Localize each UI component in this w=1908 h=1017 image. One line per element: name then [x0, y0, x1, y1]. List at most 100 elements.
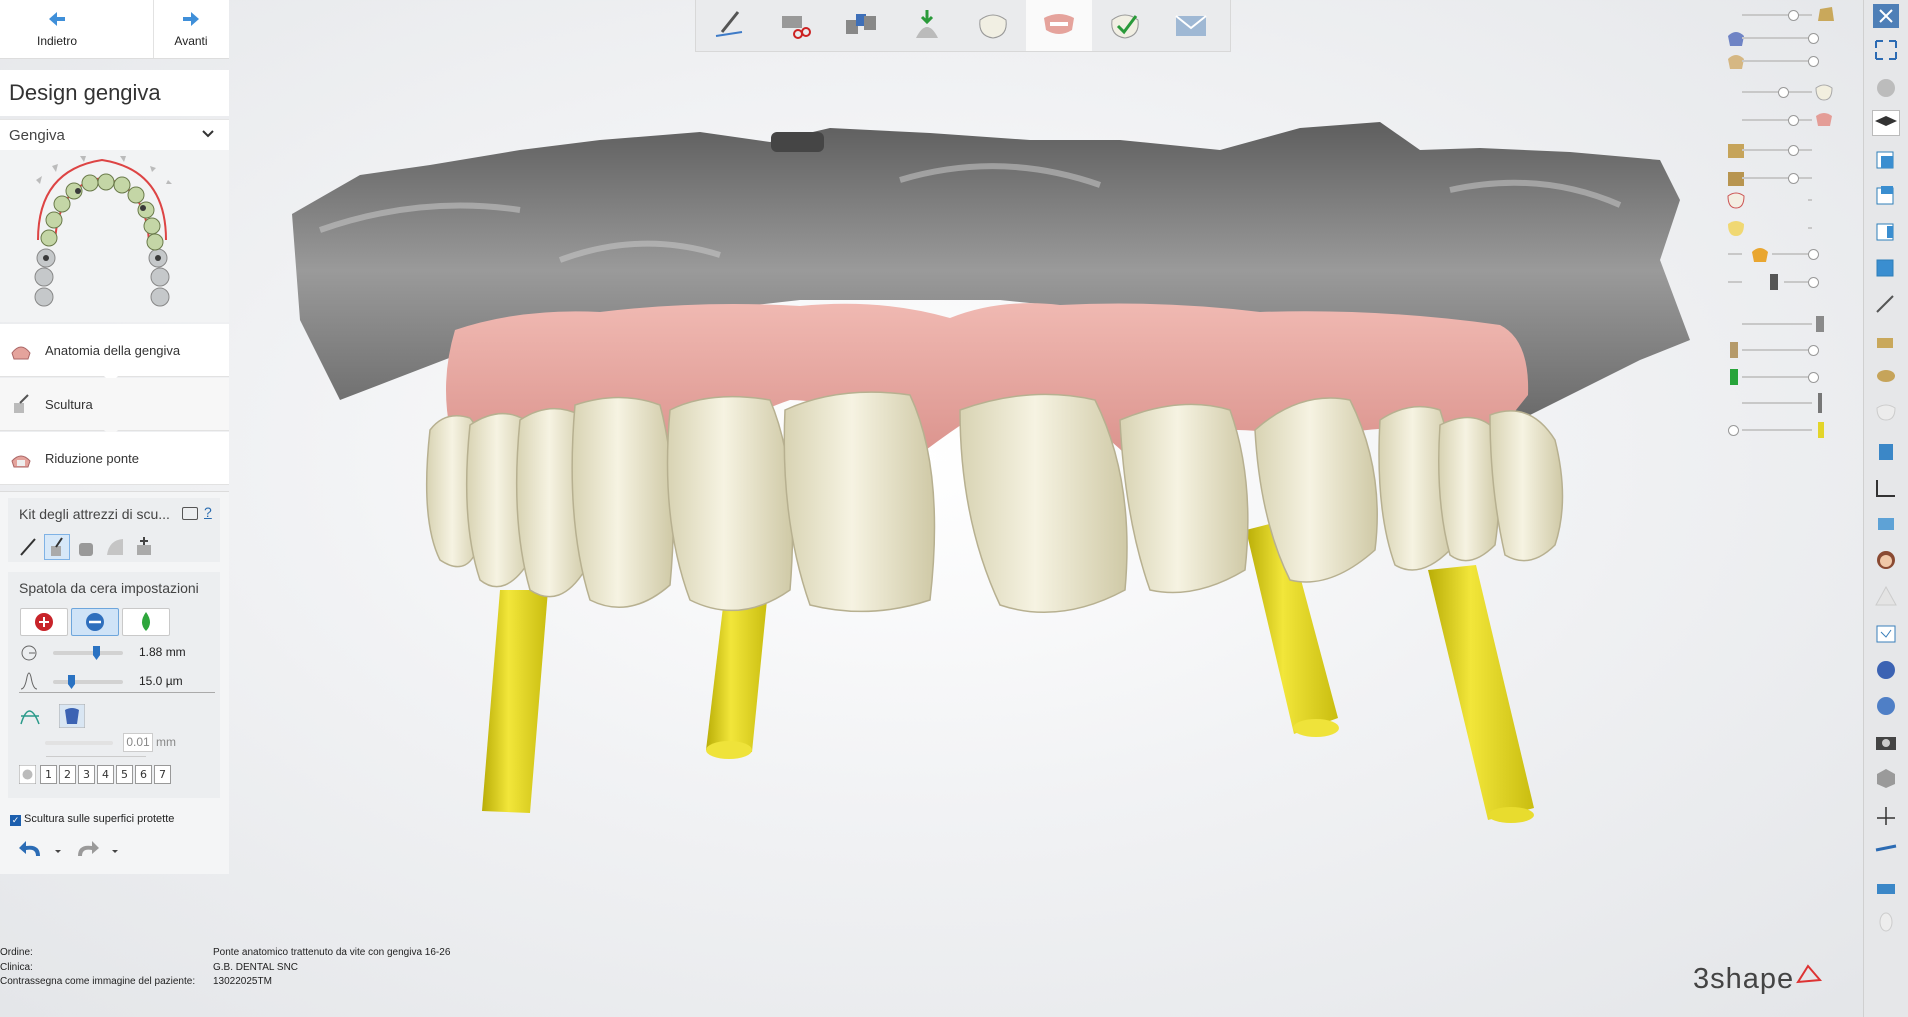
measure-button[interactable] — [1873, 292, 1899, 316]
workflow-step-margin[interactable] — [696, 0, 762, 51]
gingiva-icon — [1044, 14, 1074, 34]
preset-5[interactable]: 5 — [116, 765, 133, 784]
visibility-row[interactable] — [1728, 314, 1853, 334]
visibility-row[interactable] — [1728, 5, 1853, 25]
patient-face-icon — [1877, 551, 1895, 569]
mail-icon — [1175, 15, 1207, 36]
view-button-2[interactable] — [1873, 184, 1899, 208]
printer-button[interactable] — [1873, 876, 1899, 900]
workflow-step-gingiva[interactable] — [1026, 0, 1092, 51]
transform-tool-icon[interactable] — [131, 534, 157, 560]
remove-material-button[interactable] — [71, 608, 119, 636]
video-icon[interactable] — [182, 507, 198, 520]
preset-7[interactable]: 7 — [154, 765, 171, 784]
view-side-icon — [1876, 223, 1894, 241]
view-button-3[interactable] — [1873, 220, 1899, 244]
smooth-material-button[interactable] — [122, 608, 170, 636]
help-link[interactable]: ? — [204, 504, 212, 520]
crown-layer-icon — [1728, 221, 1744, 236]
checkbox-checked-icon[interactable]: ✓ — [10, 815, 21, 826]
visibility-row[interactable] — [1728, 218, 1853, 238]
warning-button[interactable] — [1873, 584, 1899, 608]
strength-curve-icon — [20, 672, 38, 690]
close-button[interactable] — [1873, 4, 1899, 28]
occlusion-button[interactable] — [1873, 658, 1899, 682]
morph-tool-icon[interactable] — [102, 534, 128, 560]
workflow-step-scissors[interactable] — [762, 0, 828, 51]
back-button[interactable]: Indietro — [0, 0, 114, 58]
curve-tool-icon[interactable] — [19, 704, 41, 726]
occlusion2-button[interactable] — [1873, 694, 1899, 718]
ruler-button[interactable] — [1873, 476, 1899, 500]
visibility-row[interactable] — [1728, 168, 1853, 188]
preset-1[interactable]: 1 — [40, 765, 57, 784]
workflow-step-tooth[interactable] — [960, 0, 1026, 51]
component-dropdown[interactable]: Gengiva — [0, 119, 229, 151]
visibility-row[interactable] — [1728, 393, 1853, 413]
size-slider[interactable] — [53, 646, 123, 660]
workflow-step-send[interactable] — [1158, 0, 1224, 51]
view-button-4[interactable] — [1873, 256, 1899, 280]
workflow-step-insertion[interactable] — [894, 0, 960, 51]
add-material-button[interactable] — [20, 608, 68, 636]
strength-slider[interactable] — [53, 675, 123, 689]
cube-button[interactable] — [1873, 766, 1899, 790]
disabled-tool-button[interactable] — [1873, 400, 1899, 424]
visibility-row[interactable] — [1728, 420, 1853, 440]
visibility-row[interactable] — [1728, 340, 1853, 360]
tooth-chart[interactable] — [0, 150, 229, 322]
redo-dropdown-icon[interactable] — [112, 850, 118, 853]
smooth-tool-icon[interactable] — [73, 534, 99, 560]
visibility-row[interactable] — [1728, 140, 1853, 160]
size-slider-row: 1.88 mm — [19, 642, 219, 664]
view-button-1[interactable] — [1873, 148, 1899, 172]
visibility-row[interactable] — [1728, 51, 1853, 71]
preset-2[interactable]: 2 — [59, 765, 76, 784]
strength-slider-thumb[interactable] — [68, 675, 75, 689]
workflow-toolbar — [695, 0, 1231, 52]
visibility-row[interactable] — [1728, 82, 1853, 102]
wax-knife-tool-icon[interactable] — [44, 534, 70, 560]
visibility-row[interactable] — [1728, 28, 1853, 48]
rotate-button[interactable] — [1873, 76, 1899, 100]
knife-tool-icon[interactable] — [15, 534, 41, 560]
step-gingiva-anatomy[interactable]: Anatomia della gengiva — [0, 324, 229, 383]
workflow-step-links[interactable] — [828, 0, 894, 51]
workflow-step-check[interactable] — [1092, 0, 1158, 51]
patient-button[interactable] — [1873, 548, 1899, 572]
visibility-row[interactable] — [1728, 367, 1853, 387]
settings-gear-icon[interactable] — [18, 764, 37, 785]
tooth-offset-icon[interactable] — [59, 704, 85, 728]
preset-4[interactable]: 4 — [97, 765, 114, 784]
tutorial-button[interactable] — [1872, 110, 1900, 136]
visibility-row[interactable] — [1728, 244, 1853, 264]
3d-viewport[interactable] — [0, 0, 1908, 1017]
screenshot-button[interactable] — [1873, 440, 1899, 464]
step-bridge-reduction[interactable]: Riduzione ponte — [0, 432, 229, 485]
protected-surface-checkbox[interactable]: ✓ Scultura sulle superfici protette — [10, 813, 174, 826]
redo-icon[interactable] — [78, 841, 99, 856]
camera-button[interactable] — [1873, 730, 1899, 754]
forward-button[interactable]: Avanti — [153, 0, 229, 58]
fullscreen-button[interactable] — [1873, 38, 1899, 62]
visibility-row[interactable] — [1727, 190, 1853, 210]
caliper-button[interactable] — [1873, 838, 1899, 862]
toolkit-header: Kit degli attrezzi di scu... ? — [8, 498, 220, 562]
panel-title-box: Design gengiva — [0, 70, 229, 116]
preset-3[interactable]: 3 — [78, 765, 95, 784]
undo-dropdown-icon[interactable] — [55, 850, 61, 853]
light-button[interactable] — [1873, 910, 1899, 934]
clip-button[interactable] — [1873, 328, 1899, 352]
section-button[interactable] — [1873, 364, 1899, 388]
size-slider-thumb[interactable] — [93, 646, 100, 660]
box-button[interactable] — [1873, 622, 1899, 646]
tooth-layer-icon — [1815, 84, 1833, 101]
cylinder-button[interactable] — [1873, 512, 1899, 536]
visibility-row[interactable] — [1728, 272, 1853, 292]
model-icon — [1818, 7, 1834, 21]
preset-6[interactable]: 6 — [135, 765, 152, 784]
axis-button[interactable] — [1873, 804, 1899, 828]
visibility-row[interactable] — [1728, 110, 1853, 130]
undo-icon[interactable] — [19, 841, 40, 856]
step-sculpt[interactable]: Scultura — [0, 378, 229, 437]
